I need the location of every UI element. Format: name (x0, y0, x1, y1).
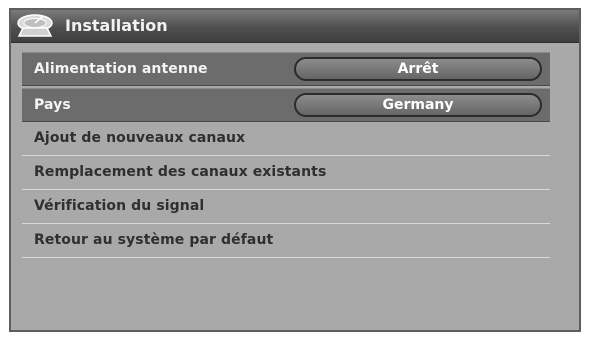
menu-item-label: Pays (34, 97, 71, 113)
page-title: Installation (65, 16, 168, 35)
menu-item-replace-channels[interactable]: Remplacement des canaux existants (22, 156, 550, 190)
menu-item-label: Vérification du signal (34, 198, 205, 214)
menu-item-signal-check[interactable]: Vérification du signal (22, 190, 550, 224)
menu-list: Alimentation antenne Arrêt Pays Germany … (22, 52, 550, 258)
menu-item-label: Retour au système par défaut (34, 232, 274, 248)
country-value[interactable]: Germany (294, 93, 542, 117)
antenna-power-value[interactable]: Arrêt (294, 57, 542, 81)
menu-item-country[interactable]: Pays Germany (22, 88, 550, 122)
menu-item-factory-reset[interactable]: Retour au système par défaut (22, 224, 550, 258)
menu-item-label: Remplacement des canaux existants (34, 164, 327, 180)
installation-panel: Installation Alimentation antenne Arrêt … (9, 8, 581, 332)
menu-item-add-channels[interactable]: Ajout de nouveaux canaux (22, 122, 550, 156)
satellite-dish-icon (17, 14, 53, 37)
menu-item-label: Ajout de nouveaux canaux (34, 130, 246, 146)
menu-item-label: Alimentation antenne (34, 61, 208, 77)
title-bar: Installation (11, 10, 579, 43)
menu-item-antenna-power[interactable]: Alimentation antenne Arrêt (22, 52, 550, 86)
